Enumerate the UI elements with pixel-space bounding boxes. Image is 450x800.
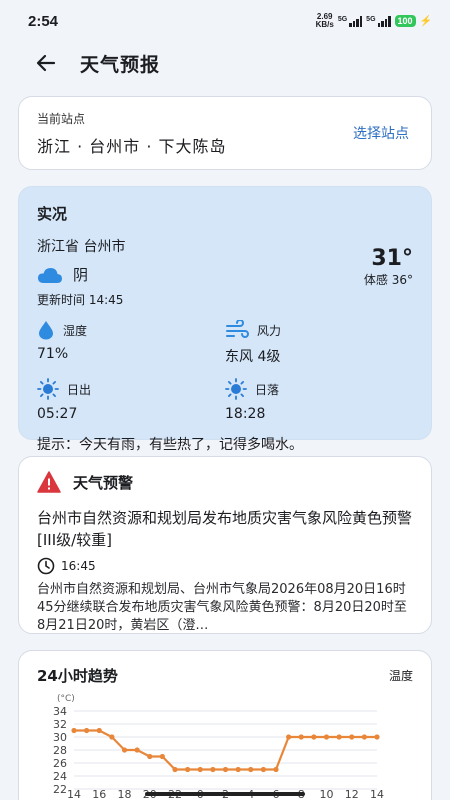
y-axis-unit: (°C) (57, 694, 75, 704)
station-label: 当前站点 (37, 111, 86, 126)
x-tick-label: 14 (67, 788, 81, 800)
temperature-point (84, 727, 90, 734)
y-tick-label: 28 (53, 744, 67, 757)
battery-icon: 100 (394, 15, 416, 27)
sun-icon (37, 378, 59, 400)
temperature-point (311, 734, 317, 740)
water-drop-icon (39, 321, 53, 340)
weather-condition: 阴 (73, 266, 89, 284)
status-time: 2:54 (28, 12, 59, 30)
temperature-point (361, 734, 367, 740)
signal-icon: 5G (338, 15, 363, 27)
temperature-point (286, 734, 292, 740)
sunset-stat: 日落 18:28 (225, 378, 413, 422)
warning-title: 天气预警 (73, 473, 134, 492)
feels-like: 体感 36° (363, 273, 413, 287)
wind-label: 风力 (257, 323, 282, 338)
humidity-value: 71% (37, 346, 69, 362)
y-tick-label: 26 (53, 757, 67, 770)
temperature-point (159, 753, 165, 760)
y-tick-label: 24 (53, 770, 67, 783)
status-bar: 2:54 2.69 KB/s 5G 5G 100 ⚡ (0, 0, 450, 42)
temperature-point (134, 747, 140, 753)
temperature-point (349, 734, 355, 740)
trend-mode-toggle[interactable]: 温度 (389, 667, 413, 684)
clock-icon (37, 557, 55, 575)
live-weather-card: 实况 浙江省 台州市 阴 更新时间 14:45 31° 体感 36° 湿度 71… (18, 186, 432, 453)
sunrise-stat: 日出 05:27 (37, 378, 225, 422)
temperature-point (323, 734, 330, 740)
x-tick-label: 12 (345, 788, 359, 800)
humidity-stat: 湿度 71% (37, 320, 225, 366)
warning-time: 16:45 (61, 559, 96, 573)
temperature-point (172, 766, 178, 773)
weather-stats: 湿度 71% 风力 东风 4级 日出 05:27 日落 18:28 (37, 320, 413, 422)
temperature-point (147, 753, 153, 760)
weather-warning-card[interactable]: 天气预警 台州市自然资源和规划局发布地质灾害气象风险黄色预警[III级/较重] … (18, 456, 432, 634)
sunset-label: 日落 (255, 382, 280, 397)
wind-icon (226, 320, 249, 338)
temperature-point (298, 734, 304, 740)
temperature-point (222, 766, 229, 773)
charging-icon: ⚡ (419, 15, 432, 27)
home-indicator[interactable] (145, 792, 305, 796)
temperature-point (248, 766, 254, 773)
live-location: 浙江省 台州市 (37, 239, 126, 255)
station-card: 当前站点 浙江 · 台州市 · 下大陈岛 选择站点 (18, 96, 432, 170)
signal-icon-2: 5G (366, 15, 391, 27)
temperature-point (71, 727, 77, 734)
warning-body: 台州市自然资源和规划局、台州市气象局2026年08月20日16时45分继续联合发… (37, 582, 407, 633)
status-icons: 2.69 KB/s 5G 5G 100 ⚡ (316, 13, 432, 29)
temperature-point (197, 766, 203, 773)
warning-headline: 台州市自然资源和规划局发布地质灾害气象风险黄色预警[III级/较重] (37, 509, 413, 549)
temperature-point (109, 734, 115, 740)
y-tick-label: 34 (53, 705, 67, 718)
y-tick-label: 30 (53, 731, 67, 744)
x-tick-label: 16 (92, 788, 106, 800)
station-value: 浙江 · 台州市 · 下大陈岛 (37, 136, 227, 156)
arrow-left-icon[interactable] (34, 51, 58, 75)
x-tick-label: 18 (118, 788, 132, 800)
weather-tip: 提示：今天有雨，有些热了，记得多喝水。 (37, 437, 303, 453)
cloud-icon (38, 267, 62, 283)
temperature-point (121, 747, 128, 753)
temperature-point (210, 766, 216, 773)
sunrise-value: 05:27 (37, 406, 78, 422)
sunrise-label: 日出 (67, 382, 92, 397)
app-bar: 天气预报 (0, 42, 450, 84)
network-speed: 2.69 KB/s (315, 12, 334, 29)
temperature-point (96, 727, 102, 734)
humidity-label: 湿度 (63, 323, 88, 338)
wind-value: 东风 4级 (225, 349, 281, 365)
temperature-point (374, 734, 380, 740)
temperature-point (273, 766, 279, 773)
x-tick-label: 14 (370, 788, 384, 800)
select-station-button[interactable]: 选择站点 (353, 123, 409, 143)
x-tick-label: 10 (320, 788, 334, 800)
y-tick-label: 32 (53, 718, 67, 731)
temperature-point (235, 766, 241, 773)
warning-icon (37, 471, 61, 493)
sun-icon (225, 378, 247, 400)
wind-stat: 风力 东风 4级 (225, 320, 413, 366)
temperature-chart: (°C)22242628303234141618202202468101214 (53, 694, 384, 800)
update-time: 更新时间 14:45 (37, 293, 124, 307)
temperature-point (185, 766, 191, 773)
temperature-chart-area: (°C)22242628303234141618202202468101214 (19, 688, 431, 800)
current-temperature: 31° (371, 246, 413, 271)
live-title: 实况 (37, 205, 68, 223)
temperature-point (336, 734, 342, 740)
temperature-point (260, 766, 266, 773)
trend-title: 24小时趋势 (37, 667, 118, 685)
sunset-value: 18:28 (225, 406, 266, 422)
y-tick-label: 22 (53, 783, 67, 796)
page-title: 天气预报 (80, 53, 161, 76)
